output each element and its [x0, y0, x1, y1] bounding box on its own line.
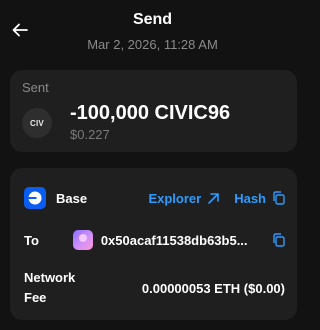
explorer-link[interactable]: Explorer	[148, 191, 220, 206]
network-fee-row: Network Fee 0.00000053 ETH ($0.00)	[24, 268, 285, 308]
network-fee-value: 0.00000053 ETH ($0.00)	[141, 280, 285, 296]
recipient-avatar	[73, 230, 93, 250]
copy-icon	[273, 191, 285, 205]
details-card: Base Explorer Hash To 0x50acaf11538db63b…	[10, 168, 297, 320]
sent-amount-usd: $0.227	[70, 127, 110, 142]
token-icon: CIV	[22, 108, 52, 138]
base-logo-icon	[24, 187, 46, 209]
copy-icon	[273, 233, 285, 247]
sent-amount: -100,000 CIVIC96	[70, 102, 231, 124]
sent-label: Sent	[22, 80, 49, 95]
hash-label: Hash	[234, 190, 266, 206]
explorer-label: Explorer	[148, 190, 202, 206]
transaction-timestamp: Mar 2, 2026, 11:28 AM	[87, 37, 218, 52]
network-name: Base	[56, 190, 88, 206]
to-row: To 0x50acaf11538db63b5...	[24, 228, 285, 252]
network-fee-label-line1: Network	[24, 270, 76, 285]
recipient-address: 0x50acaf11538db63b5...	[100, 232, 248, 248]
hash-link[interactable]: Hash	[234, 191, 285, 206]
network-row: Base Explorer Hash	[24, 186, 285, 210]
to-label: To	[24, 232, 39, 248]
external-link-icon	[208, 192, 220, 204]
network-fee-label: Network Fee	[24, 268, 114, 308]
network-fee-label-line2: Fee	[24, 290, 47, 305]
header: Send Mar 2, 2026, 11:28 AM	[0, 0, 305, 60]
copy-address-button[interactable]	[272, 233, 285, 247]
sent-card: Sent CIV -100,000 CIVIC96 $0.227	[10, 70, 297, 152]
page-title: Send	[132, 11, 173, 28]
